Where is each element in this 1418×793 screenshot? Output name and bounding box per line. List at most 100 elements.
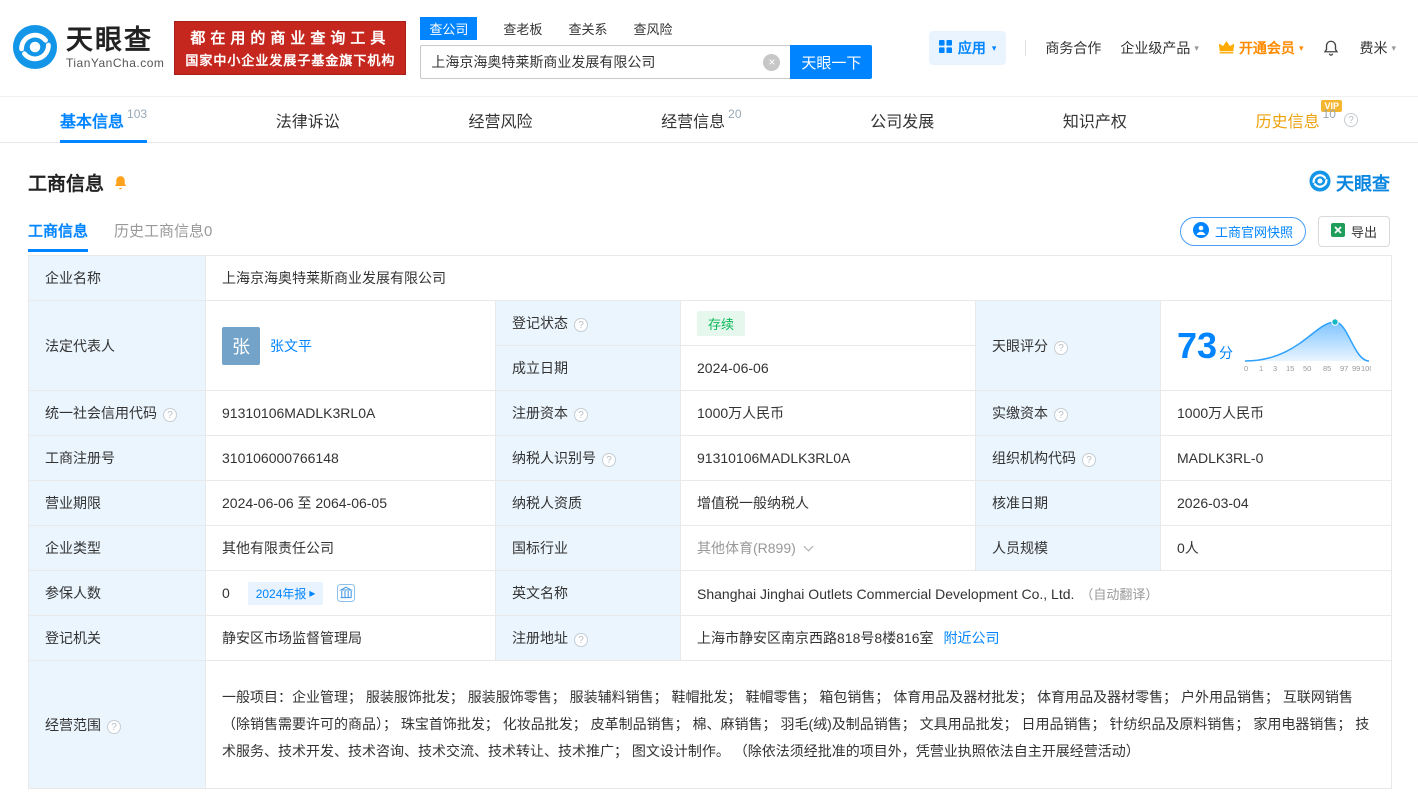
tianyancha-watermark: 天眼查	[1309, 170, 1390, 196]
business-info-table: 企业名称 上海京海奥特莱斯商业发展有限公司 法定代表人 张 张文平 登记状态? …	[28, 255, 1392, 789]
industry-label: 国标行业	[496, 526, 681, 571]
approval-date-label: 核准日期	[976, 481, 1161, 526]
social-security-icon[interactable]	[337, 589, 355, 605]
staff-size-value: 0人	[1161, 526, 1392, 571]
chevron-down-icon: ▾	[1194, 43, 1199, 54]
registry-label: 登记机关	[29, 616, 206, 661]
help-icon[interactable]: ?	[163, 408, 177, 422]
reg-number-value: 310106000766148	[206, 436, 496, 481]
english-name-value: Shanghai Jinghai Outlets Commercial Deve…	[681, 571, 1392, 616]
search-box[interactable]: ×	[420, 45, 790, 79]
apps-grid-icon	[939, 40, 952, 56]
taxpayer-id-label: 纳税人识别号?	[496, 436, 681, 481]
export-button[interactable]: 导出	[1318, 216, 1390, 247]
taxpayer-quality-label: 纳税人资质	[496, 481, 681, 526]
menu-enterprise[interactable]: 企业级产品 ▾	[1120, 38, 1199, 58]
svg-text:0: 0	[1244, 364, 1248, 373]
score-distribution-chart: 0 1 3 15 50 85 97 99 100	[1243, 315, 1371, 376]
legal-rep-value: 张 张文平	[206, 301, 496, 391]
tab-basic-info[interactable]: 基本信息103	[60, 97, 147, 142]
staff-size-label: 人员规模	[976, 526, 1161, 571]
search-tab-boss[interactable]: 查老板	[503, 19, 542, 38]
svg-text:50: 50	[1303, 364, 1311, 373]
tab-operation-risk[interactable]: 经营风险	[468, 97, 532, 142]
menu-cooperation[interactable]: 商务合作	[1045, 38, 1101, 58]
user-menu[interactable]: 费米 ▾	[1359, 38, 1396, 58]
person-icon	[1193, 222, 1209, 241]
tab-legal-litigation[interactable]: 法律诉讼	[276, 97, 340, 142]
industry-value[interactable]: 其他体育(R899)	[681, 526, 976, 571]
score-value-cell: 73分 0 1 3 15	[1161, 301, 1392, 391]
nearby-companies-link[interactable]: 附近公司	[944, 630, 1000, 646]
search-area: 查公司 查老板 查关系 查风险 × 天眼一下	[420, 17, 872, 79]
company-nav-tabs: 基本信息103 法律诉讼 经营风险 经营信息20 公司发展 知识产权 VIP 历…	[0, 97, 1418, 143]
chevron-down-icon: ▾	[992, 43, 997, 54]
paid-capital-label: 实缴资本?	[976, 391, 1161, 436]
apps-label: 应用	[958, 38, 986, 58]
score-unit: 分	[1219, 345, 1233, 361]
subscribe-bell-icon[interactable]	[112, 174, 129, 191]
org-code-label: 组织机构代码?	[976, 436, 1161, 481]
logo-title: 天眼查	[66, 26, 164, 56]
help-icon[interactable]: ?	[1054, 408, 1068, 422]
search-button[interactable]: 天眼一下	[790, 45, 872, 79]
tab-intellectual-property[interactable]: 知识产权	[1063, 97, 1127, 142]
company-name-label: 企业名称	[29, 256, 206, 301]
notification-bell-icon[interactable]	[1322, 39, 1340, 57]
search-tab-company[interactable]: 查公司	[420, 17, 477, 40]
taxpayer-quality-value: 增值税一般纳税人	[681, 481, 976, 526]
promo-line2: 国家中小企业发展子基金旗下机构	[185, 50, 395, 69]
score-number: 73	[1177, 325, 1217, 366]
divider	[1025, 40, 1026, 56]
tianyancha-logo[interactable]: 天眼查 TianYanCha.com	[12, 24, 164, 73]
help-icon[interactable]: ?	[602, 453, 616, 467]
credit-code-value: 91310106MADLK3RL0A	[206, 391, 496, 436]
search-input[interactable]	[431, 54, 763, 70]
svg-text:99: 99	[1352, 364, 1360, 373]
tianyancha-watermark-icon	[1309, 170, 1331, 195]
annual-report-badge[interactable]: 2024年报▸	[248, 582, 324, 605]
tab-history-info[interactable]: VIP 历史信息10 ?	[1256, 97, 1358, 142]
tab-operation-info[interactable]: 经营信息20	[661, 97, 741, 142]
insured-count-value: 0 2024年报▸	[206, 571, 496, 616]
subtab-business-info[interactable]: 工商信息	[28, 220, 88, 252]
help-icon[interactable]: ?	[1344, 113, 1358, 127]
svg-text:100: 100	[1361, 364, 1371, 373]
top-menu: 应用 ▾ 商务合作 企业级产品 ▾ 开通会员 ▾ 费米 ▾	[929, 31, 1396, 65]
svg-text:97: 97	[1340, 364, 1348, 373]
subtab-history-business-info[interactable]: 历史工商信息0	[114, 220, 212, 252]
legal-rep-link[interactable]: 张文平	[270, 336, 312, 356]
credit-code-label: 统一社会信用代码?	[29, 391, 206, 436]
address-label: 注册地址?	[496, 616, 681, 661]
help-icon[interactable]: ?	[1082, 453, 1096, 467]
svg-text:85: 85	[1323, 364, 1331, 373]
menu-vip[interactable]: 开通会员 ▾	[1218, 38, 1304, 58]
search-tab-risk[interactable]: 查风险	[633, 19, 672, 38]
chevron-down-icon[interactable]	[803, 542, 813, 552]
reg-capital-label: 注册资本?	[496, 391, 681, 436]
help-icon[interactable]: ?	[574, 318, 588, 332]
search-tab-relation[interactable]: 查关系	[568, 19, 607, 38]
help-icon[interactable]: ?	[574, 633, 588, 647]
logo-domain: TianYanCha.com	[66, 56, 164, 70]
apps-menu-button[interactable]: 应用 ▾	[929, 31, 1007, 65]
approval-date-value: 2026-03-04	[1161, 481, 1392, 526]
arrow-right-icon: ▸	[309, 586, 315, 600]
legal-rep-avatar[interactable]: 张	[222, 327, 260, 365]
registry-value: 静安区市场监督管理局	[206, 616, 496, 661]
help-icon[interactable]: ?	[574, 408, 588, 422]
promo-line1: 都在用的商业查询工具	[185, 27, 395, 48]
clear-search-icon[interactable]: ×	[763, 54, 780, 71]
business-term-label: 营业期限	[29, 481, 206, 526]
section-header: 工商信息 天眼查	[0, 143, 1418, 196]
tab-company-development[interactable]: 公司发展	[870, 97, 934, 142]
official-snapshot-button[interactable]: 工商官网快照	[1180, 217, 1306, 246]
company-type-value: 其他有限责任公司	[206, 526, 496, 571]
business-scope-value: 一般项目：企业管理； 服装服饰批发； 服装服饰零售； 服装辅料销售； 鞋帽批发；…	[206, 661, 1392, 789]
promo-banner: 都在用的商业查询工具 国家中小企业发展子基金旗下机构	[174, 21, 406, 75]
help-icon[interactable]: ?	[1054, 341, 1068, 355]
taxpayer-id-value: 91310106MADLK3RL0A	[681, 436, 976, 481]
crown-icon	[1218, 40, 1235, 57]
help-icon[interactable]: ?	[107, 720, 121, 734]
reg-number-label: 工商注册号	[29, 436, 206, 481]
